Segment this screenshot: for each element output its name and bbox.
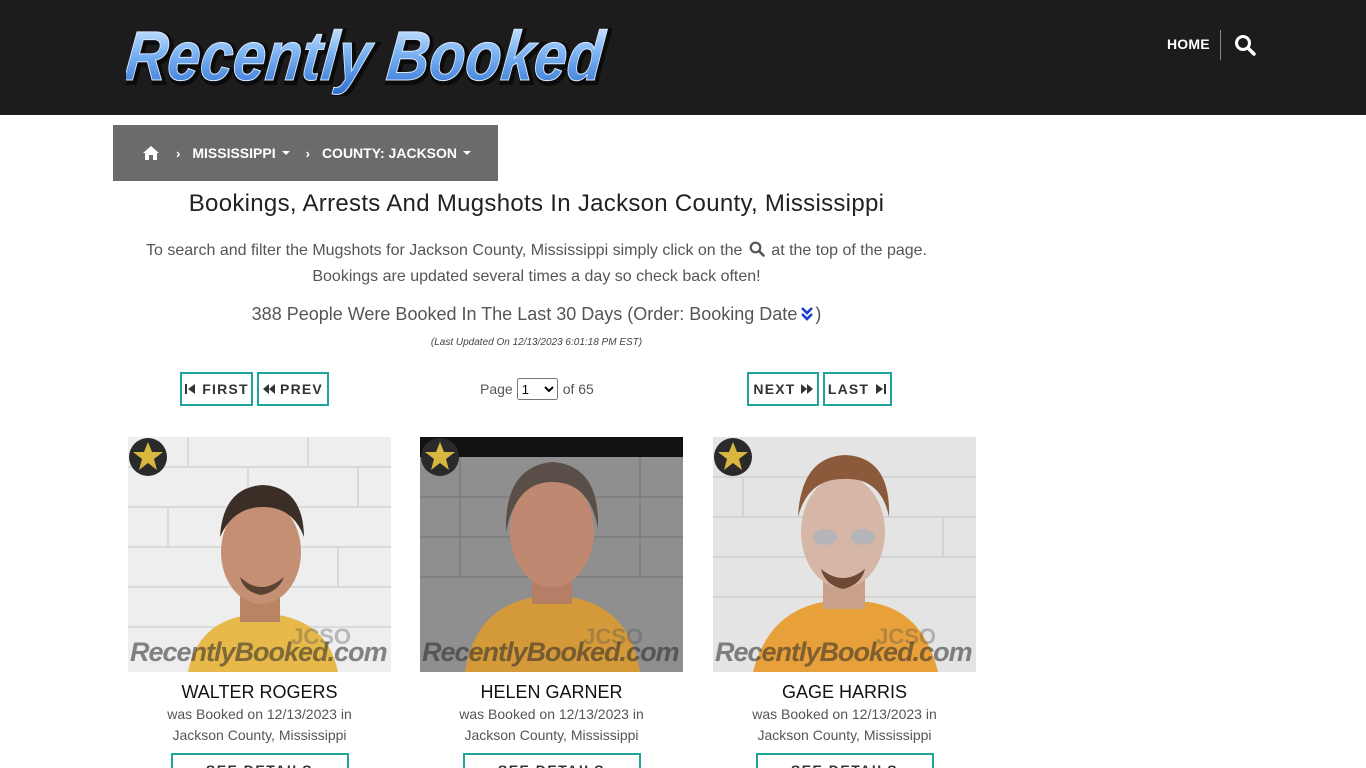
page-selector: Page 1 of 65 (480, 377, 594, 401)
sheriff-star-icon (421, 438, 459, 476)
person-name[interactable]: HELEN GARNER (420, 682, 683, 703)
backward-icon (263, 384, 276, 394)
breadcrumb-state-dropdown[interactable]: MISSISSIPPI (192, 145, 290, 161)
booking-count-text: 388 People Were Booked In The Last 30 Da… (251, 304, 798, 324)
caret-down-icon (463, 151, 472, 155)
step-backward-icon (185, 384, 196, 394)
booking-count-close: ) (815, 304, 822, 324)
next-page-button[interactable]: NEXT (747, 372, 819, 406)
intro-part2: at the top of the page. (771, 242, 927, 259)
prev-page-label: PREV (280, 381, 323, 397)
sheriff-star-icon (129, 438, 167, 476)
page-title: Bookings, Arrests And Mugshots In Jackso… (188, 190, 885, 217)
booking-count: 388 People Were Booked In The Last 30 Da… (113, 304, 960, 325)
person-name[interactable]: GAGE HARRIS (713, 682, 976, 703)
sheriff-star-icon (714, 438, 752, 476)
intro-line2: Bookings are updated several times a day… (312, 268, 761, 285)
intro-part1: To search and filter the Mugshots for Ja… (146, 242, 743, 259)
nav-divider (1220, 30, 1221, 60)
page-label: Page (480, 381, 513, 397)
last-page-button[interactable]: LAST (823, 372, 892, 406)
chevron-right-icon: › (176, 145, 181, 161)
breadcrumb-county-label: COUNTY: JACKSON (321, 145, 458, 161)
booking-card: JCSO RecentlyBooked.com WALTER ROGERS wa… (128, 437, 391, 768)
chevron-right-icon: › (305, 145, 310, 161)
booking-info-line2: Jackson County, Mississippi (464, 727, 639, 743)
search-icon (749, 241, 765, 257)
mugshot-photo[interactable]: JCSO RecentlyBooked.com (420, 437, 683, 672)
booking-card: JCSO RecentlyBooked.com HELEN GARNER was… (420, 437, 683, 768)
search-icon[interactable] (1234, 34, 1256, 56)
last-page-label: LAST (827, 381, 870, 397)
site-watermark: RecentlyBooked.com (715, 637, 973, 667)
forward-icon (800, 384, 813, 394)
last-updated: (Last Updated On 12/13/2023 6:01:18 PM E… (430, 337, 643, 348)
site-watermark: RecentlyBooked.com (130, 637, 388, 667)
first-page-button[interactable]: FIRST (180, 372, 253, 406)
booking-info-line1: was Booked on 12/13/2023 in (167, 706, 352, 722)
page-total: of 65 (562, 381, 594, 397)
booking-info-line2: Jackson County, Mississippi (172, 727, 347, 743)
booking-info-line1: was Booked on 12/13/2023 in (752, 706, 937, 722)
site-watermark: RecentlyBooked.com (422, 637, 680, 667)
first-page-label: FIRST (202, 381, 249, 397)
breadcrumb-county-dropdown[interactable]: COUNTY: JACKSON (321, 145, 472, 161)
breadcrumb-state-label: MISSISSIPPI (192, 145, 276, 161)
see-details-button[interactable]: SEE DETAILS (462, 753, 641, 768)
svg-text:Recently Booked: Recently Booked (126, 16, 610, 95)
next-page-label: NEXT (753, 381, 796, 397)
caret-down-icon (281, 151, 290, 155)
nav-home-link[interactable]: HOME (1167, 36, 1210, 52)
see-details-button[interactable]: SEE DETAILS (755, 753, 934, 768)
prev-page-button[interactable]: PREV (257, 372, 329, 406)
page-select[interactable]: 1 (516, 378, 558, 400)
booking-info-line2: Jackson County, Mississippi (757, 727, 932, 743)
intro-text: To search and filter the Mugshots for Ja… (113, 238, 960, 290)
step-forward-icon (876, 384, 887, 394)
breadcrumb: › MISSISSIPPI › COUNTY: JACKSON (113, 125, 498, 181)
double-chevron-down-icon[interactable] (800, 306, 814, 322)
home-icon[interactable] (142, 145, 160, 161)
booking-card: JCSO RecentlyBooked.com GAGE HARRIS was … (713, 437, 976, 768)
mugshot-photo[interactable]: JCSO RecentlyBooked.com (128, 437, 391, 672)
mugshot-photo[interactable]: JCSO RecentlyBooked.com (713, 437, 976, 672)
person-name[interactable]: WALTER ROGERS (128, 682, 391, 703)
see-details-button[interactable]: SEE DETAILS (170, 753, 349, 768)
site-header: Recently Booked Recently Booked HOME (0, 0, 1366, 115)
site-logo[interactable]: Recently Booked Recently Booked (126, 14, 616, 96)
booking-info-line1: was Booked on 12/13/2023 in (459, 706, 644, 722)
